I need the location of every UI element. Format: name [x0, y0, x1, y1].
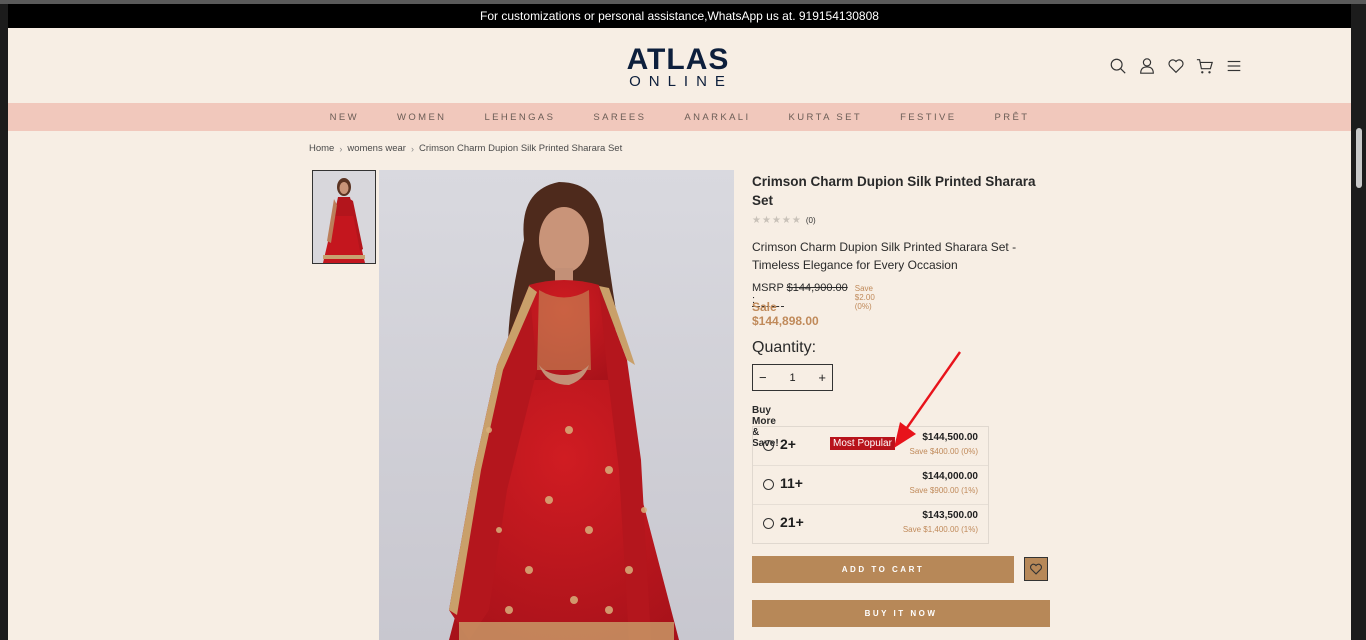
tier-price: $144,000.00 [922, 471, 978, 482]
nav-pret[interactable]: PRÊT [975, 112, 1048, 123]
chevron-right-icon: › [339, 143, 343, 154]
product-thumbnail[interactable] [312, 170, 376, 264]
nav-lehengas[interactable]: LEHENGAS [465, 112, 574, 123]
tier-radio[interactable] [763, 518, 774, 529]
scrollbar[interactable] [1351, 4, 1366, 640]
sale-price: Sale $144,898.00 [752, 300, 819, 328]
chevron-right-icon: › [410, 143, 414, 154]
heart-icon [1030, 563, 1042, 575]
tier-qty: 21+ [780, 514, 804, 530]
rating[interactable]: ★ ★ ★ ★ ★ (0) [752, 215, 816, 226]
product-title: Crimson Charm Dupion Silk Printed Sharar… [752, 174, 1036, 208]
decrement-button[interactable]: − [759, 370, 767, 385]
star-icon: ★ [761, 215, 771, 226]
breadcrumb-home[interactable]: Home [309, 143, 334, 154]
product-main-image[interactable] [379, 170, 734, 640]
nav-women[interactable]: WOMEN [378, 112, 465, 123]
nav-new[interactable]: NEW [311, 112, 378, 123]
star-icon: ★ [791, 215, 801, 226]
wishlist-button[interactable] [1024, 557, 1048, 581]
tier-qty: 2+ [780, 436, 796, 452]
buy-now-button[interactable]: BUY IT NOW [752, 600, 1050, 627]
annotation-arrow-icon [894, 351, 961, 448]
cart-icon[interactable] [1195, 56, 1215, 76]
breadcrumb: Home › womens wear › Crimson Charm Dupio… [309, 143, 622, 154]
tier-save: Save $1,400.00 (1%) [902, 525, 978, 534]
star-icon: ★ [781, 215, 791, 226]
nav-festive[interactable]: FESTIVE [881, 112, 975, 123]
product-description: Crimson Charm Dupion Silk Printed Sharar… [752, 240, 1017, 272]
nav-kurta-set[interactable]: KURTA SET [770, 112, 882, 123]
tier-radio[interactable] [763, 479, 774, 490]
scrollbar-thumb[interactable] [1356, 128, 1362, 188]
breadcrumb-category[interactable]: womens wear [347, 143, 406, 154]
quantity-value[interactable]: 1 [789, 372, 795, 384]
tier-option[interactable]: 21+ $143,500.00 Save $1,400.00 (1%) [753, 505, 988, 543]
tier-price: $143,500.00 [922, 510, 978, 521]
tier-qty: 11+ [780, 475, 803, 491]
brand-name: ATLAS [626, 43, 730, 76]
announcement-bar: For customizations or personal assistanc… [8, 4, 1351, 28]
menu-icon[interactable] [1224, 56, 1244, 76]
brand-logo[interactable]: ATLAS ONLINE [618, 43, 738, 90]
heart-icon[interactable] [1166, 56, 1186, 76]
star-icon: ★ [752, 215, 761, 226]
tier-radio[interactable] [763, 440, 774, 451]
quantity-label: Quantity: [752, 339, 817, 356]
rating-count: (0) [805, 216, 816, 225]
main-nav: NEW WOMEN LEHENGAS SAREES ANARKALI KURTA… [8, 103, 1351, 131]
nav-anarkali[interactable]: ANARKALI [665, 112, 769, 123]
tier-save: Save $900.00 (1%) [909, 486, 979, 495]
quantity-stepper[interactable]: − 1 + [752, 364, 833, 391]
increment-button[interactable]: + [818, 370, 826, 385]
header-icons [1108, 56, 1244, 76]
header: ATLAS ONLINE [8, 28, 1351, 103]
star-icon: ★ [771, 215, 781, 226]
nav-sarees[interactable]: SAREES [574, 112, 665, 123]
breadcrumb-current: Crimson Charm Dupion Silk Printed Sharar… [418, 143, 623, 154]
brand-subtitle: ONLINE [629, 73, 733, 90]
search-icon[interactable] [1108, 56, 1128, 76]
page: ATLAS ONLINE NEW WOMEN LEHENGAS SAREES A… [8, 28, 1351, 640]
msrp-save: Save $2.00 (0%) [854, 284, 875, 311]
tier-option[interactable]: 11+ $144,000.00 Save $900.00 (1%) [753, 466, 988, 505]
add-to-cart-button[interactable]: ADD TO CART [752, 556, 1014, 583]
user-icon[interactable] [1137, 56, 1157, 76]
msrp-price: $144,900.00 [786, 282, 848, 294]
